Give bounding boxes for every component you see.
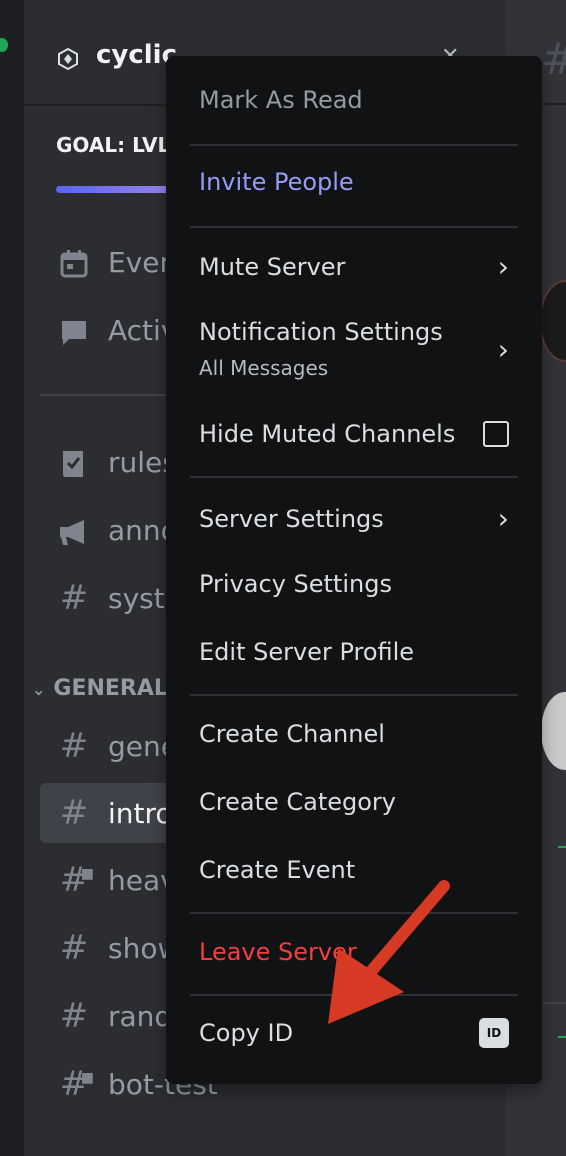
menu-item-label: Mute Server (199, 252, 346, 281)
menu-separator (190, 912, 518, 914)
channel-label: rand (108, 999, 173, 1033)
channel-announcements[interactable]: announcements (40, 500, 180, 560)
server-rail (0, 0, 24, 1156)
menu-item-mark-as-read[interactable]: Mark As Read (199, 86, 509, 114)
channel-show[interactable]: # show (40, 918, 180, 978)
menu-item-label: Hide Muted Channels (199, 420, 456, 448)
menu-item-label: Leave Server (199, 938, 357, 966)
channel-rules[interactable]: rules (40, 432, 180, 492)
locked-hash-icon: # ■ (59, 1064, 94, 1104)
channel-general[interactable]: # general (40, 716, 180, 776)
menu-item-label: Invite People (199, 168, 354, 196)
message-marker (558, 846, 566, 848)
menu-item-invite-people[interactable]: Invite People (199, 168, 509, 196)
menu-item-privacy-settings[interactable]: Privacy Settings (199, 570, 509, 598)
sidebar-item-events[interactable]: Events (40, 232, 180, 292)
menu-item-label: Mark As Read (199, 86, 363, 114)
menu-item-server-settings[interactable]: Server Settings › (199, 502, 509, 535)
category-label: GENERAL (53, 676, 168, 701)
menu-item-copy-id[interactable]: Copy ID ID (199, 1018, 509, 1048)
locked-hash-icon: # ■ (59, 860, 94, 900)
chevron-down-icon: ⌄ (32, 680, 46, 699)
chevron-right-icon: › (497, 502, 509, 535)
menu-item-label: Edit Server Profile (199, 638, 415, 666)
menu-item-leave-server[interactable]: Leave Server (199, 938, 509, 966)
lock-icon: ■ (80, 1070, 94, 1086)
channel-system[interactable]: # system (40, 568, 180, 628)
menu-item-label: Server Settings (199, 504, 384, 533)
channel-heav[interactable]: # ■ heav (40, 850, 180, 910)
hash-icon: # (59, 726, 89, 766)
menu-item-label: Notification Settings All Messages (199, 318, 443, 380)
chevron-right-icon: › (497, 332, 509, 366)
server-name[interactable]: cyclic (96, 40, 177, 70)
id-badge-icon: ID (479, 1018, 509, 1048)
menu-item-label: Create Event (199, 856, 356, 884)
menu-separator (190, 144, 518, 146)
chevron-right-icon: › (497, 250, 509, 283)
channel-rand[interactable]: # rand (40, 986, 180, 1046)
menu-item-edit-server-profile[interactable]: Edit Server Profile (199, 638, 509, 666)
menu-separator (190, 226, 518, 228)
menu-separator (190, 994, 518, 996)
notification-settings-label: Notification Settings (199, 318, 443, 346)
sidebar-divider (40, 394, 180, 396)
lock-icon: ■ (80, 866, 94, 882)
server-boost-icon (58, 48, 78, 70)
menu-item-label: Create Category (199, 788, 397, 816)
boost-goal-label[interactable]: GOAL: LVL (56, 133, 170, 157)
menu-item-create-category[interactable]: Create Category (199, 788, 509, 816)
server-context-menu: Mark As Read Invite People Mute Server ›… (166, 56, 542, 1084)
channel-hash-icon: # (541, 34, 566, 85)
menu-item-label: Privacy Settings (199, 570, 392, 598)
calendar-icon (40, 242, 108, 282)
sidebar-item-activity[interactable]: Activity (40, 300, 180, 360)
megaphone-icon (40, 510, 108, 550)
chat-bubble-icon (40, 310, 108, 350)
category-general[interactable]: ⌄ GENERAL (32, 676, 168, 701)
menu-separator (190, 694, 518, 696)
hide-muted-checkbox[interactable] (483, 421, 509, 447)
menu-separator (190, 476, 518, 478)
message-marker (558, 1036, 566, 1038)
rules-icon (40, 442, 108, 482)
menu-item-create-channel[interactable]: Create Channel (199, 720, 509, 748)
menu-item-create-event[interactable]: Create Event (199, 856, 509, 884)
hash-icon: # (59, 928, 89, 968)
menu-item-hide-muted-channels[interactable]: Hide Muted Channels (199, 420, 509, 448)
channel-label: intro (108, 796, 173, 830)
menu-item-label: Create Channel (199, 720, 385, 748)
menu-item-notification-settings[interactable]: Notification Settings All Messages › (199, 318, 509, 380)
menu-item-mute-server[interactable]: Mute Server › (199, 250, 509, 283)
hash-icon: # (59, 996, 89, 1036)
notification-settings-value: All Messages (199, 356, 329, 380)
hash-icon: # (59, 578, 89, 618)
boost-goal-progress (56, 186, 176, 193)
channel-intro[interactable]: # intro (40, 783, 180, 843)
hash-icon: # (59, 793, 89, 833)
menu-item-label: Copy ID (199, 1019, 294, 1047)
